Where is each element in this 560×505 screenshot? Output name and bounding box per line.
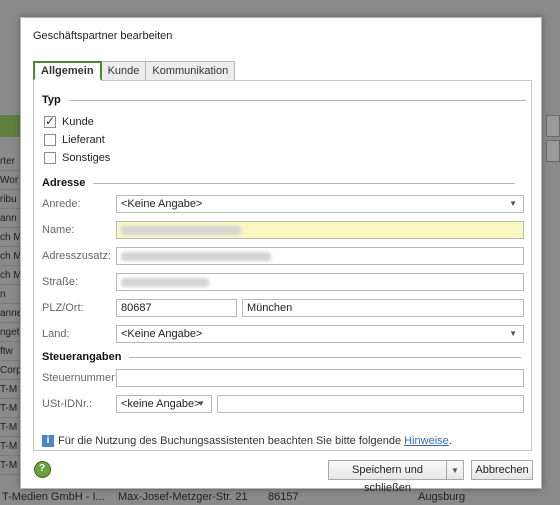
anrede-select-value: <Keine Angabe> bbox=[121, 198, 203, 210]
background-city: Augsburg bbox=[418, 491, 466, 503]
section-typ: Typ bbox=[42, 94, 526, 106]
adresszusatz-field[interactable] bbox=[116, 247, 524, 265]
background-company: T-Medien GmbH - I... bbox=[2, 491, 105, 503]
section-steuerangaben-heading: Steuerangaben bbox=[42, 351, 122, 363]
redacted-value bbox=[121, 225, 241, 235]
lieferant-checkbox-label: Lieferant bbox=[62, 134, 105, 146]
ustid-country-select[interactable]: <keine Angabe> ▼ bbox=[116, 395, 212, 413]
land-label: Land: bbox=[42, 328, 70, 340]
background-street: Max-Josef-Metzger-Str. 21 bbox=[118, 491, 248, 503]
background-row: n bbox=[0, 285, 20, 304]
background-zip: 86157 bbox=[268, 491, 299, 503]
background-row: ch M bbox=[0, 266, 20, 285]
tab-panel-allgemein: Typ Kunde Lieferant Sonstiges Adresse An… bbox=[33, 80, 532, 451]
background-row: ftw bbox=[0, 342, 20, 361]
background-row: rter bbox=[0, 152, 20, 171]
section-adresse: Adresse bbox=[42, 177, 516, 189]
background-list: rter Wor ribu ann ch M ch M ch M n anne … bbox=[0, 152, 20, 475]
background-row: ch M bbox=[0, 228, 20, 247]
section-adresse-heading: Adresse bbox=[42, 177, 86, 189]
info-text-end: . bbox=[448, 435, 452, 447]
ustid-country-value: <keine Angabe> bbox=[121, 398, 201, 410]
adresszusatz-label: Adresszusatz: bbox=[42, 250, 112, 262]
background-row: Corp bbox=[0, 361, 20, 380]
background-row: ann bbox=[0, 209, 20, 228]
background-toolbar-button bbox=[0, 115, 20, 137]
background-row: T-M bbox=[0, 437, 20, 456]
sonstiges-checkbox[interactable] bbox=[44, 152, 56, 164]
section-divider bbox=[129, 356, 522, 358]
lieferant-checkbox[interactable] bbox=[44, 134, 56, 146]
steuernummer-label: Steuernummer: bbox=[42, 372, 118, 384]
strasse-label: Straße: bbox=[42, 276, 79, 288]
background-row: ribu bbox=[0, 190, 20, 209]
background-bottom-row: T-Medien GmbH - I... Max-Josef-Metzger-S… bbox=[0, 488, 560, 505]
help-icon[interactable] bbox=[34, 461, 51, 478]
section-typ-heading: Typ bbox=[42, 94, 61, 106]
save-options-dropdown[interactable]: ▼ bbox=[446, 460, 464, 480]
section-steuerangaben: Steuerangaben bbox=[42, 351, 522, 363]
plz-ort-label: PLZ/Ort: bbox=[42, 302, 84, 314]
kunde-checkbox[interactable] bbox=[44, 114, 56, 128]
sonstiges-checkbox-label: Sonstiges bbox=[62, 152, 111, 164]
section-divider bbox=[68, 99, 526, 101]
land-select-value: <Keine Angabe> bbox=[121, 328, 203, 340]
info-hint: i Für die Nutzung des Buchungsassistente… bbox=[42, 435, 452, 447]
hinweise-link[interactable]: Hinweise bbox=[404, 435, 449, 447]
background-row: Wor bbox=[0, 171, 20, 190]
edit-business-partner-dialog: Geschäftspartner bearbeiten Allgemein Ku… bbox=[20, 17, 542, 494]
section-divider bbox=[93, 182, 516, 184]
typ-lieferant-option[interactable]: Lieferant bbox=[44, 134, 105, 146]
chevron-down-icon: ▼ bbox=[197, 399, 205, 408]
strasse-field[interactable] bbox=[116, 273, 524, 291]
background-row: T-M bbox=[0, 418, 20, 437]
background-row: T-M bbox=[0, 380, 20, 399]
ort-field[interactable]: München bbox=[242, 299, 524, 317]
dialog-title: Geschäftspartner bearbeiten bbox=[33, 30, 173, 42]
background-row: T-M bbox=[0, 399, 20, 418]
typ-sonstiges-option[interactable]: Sonstiges bbox=[44, 152, 110, 164]
background-row: anne bbox=[0, 304, 20, 323]
kunde-checkbox-label: Kunde bbox=[62, 116, 94, 128]
steuernummer-field[interactable] bbox=[116, 369, 524, 387]
ustid-field[interactable] bbox=[217, 395, 524, 413]
name-label: Name: bbox=[42, 224, 75, 236]
anrede-select[interactable]: <Keine Angabe> ▼ bbox=[116, 195, 524, 213]
name-field[interactable] bbox=[116, 221, 524, 239]
anrede-label: Anrede: bbox=[42, 198, 81, 210]
background-scroll-button bbox=[546, 115, 560, 137]
tab-kommunikation[interactable]: Kommunikation bbox=[145, 61, 236, 81]
typ-kunde-option[interactable]: Kunde bbox=[44, 114, 94, 128]
background-scroll-button bbox=[546, 140, 560, 162]
tab-bar: Allgemein Kunde Kommunikation bbox=[33, 61, 236, 81]
background-row: T-M bbox=[0, 456, 20, 475]
ustid-label: USt-IDNr.: bbox=[42, 398, 93, 410]
land-select[interactable]: <Keine Angabe> ▼ bbox=[116, 325, 524, 343]
tab-kunde[interactable]: Kunde bbox=[100, 61, 147, 81]
redacted-value bbox=[121, 251, 271, 261]
chevron-down-icon: ▼ bbox=[509, 329, 517, 338]
chevron-down-icon: ▼ bbox=[509, 199, 517, 208]
tab-allgemein[interactable]: Allgemein bbox=[33, 61, 102, 81]
cancel-button[interactable]: Abbrechen bbox=[471, 460, 533, 480]
background-row: ch M bbox=[0, 247, 20, 266]
save-and-close-button[interactable]: Speichern und schließen bbox=[328, 460, 447, 494]
info-icon: i bbox=[42, 435, 54, 447]
info-text: Für die Nutzung des Buchungsassistenten … bbox=[58, 435, 405, 447]
chevron-down-icon: ▼ bbox=[451, 466, 459, 475]
redacted-value bbox=[121, 277, 209, 287]
plz-field[interactable]: 80687 bbox=[116, 299, 237, 317]
background-row: nget bbox=[0, 323, 20, 342]
